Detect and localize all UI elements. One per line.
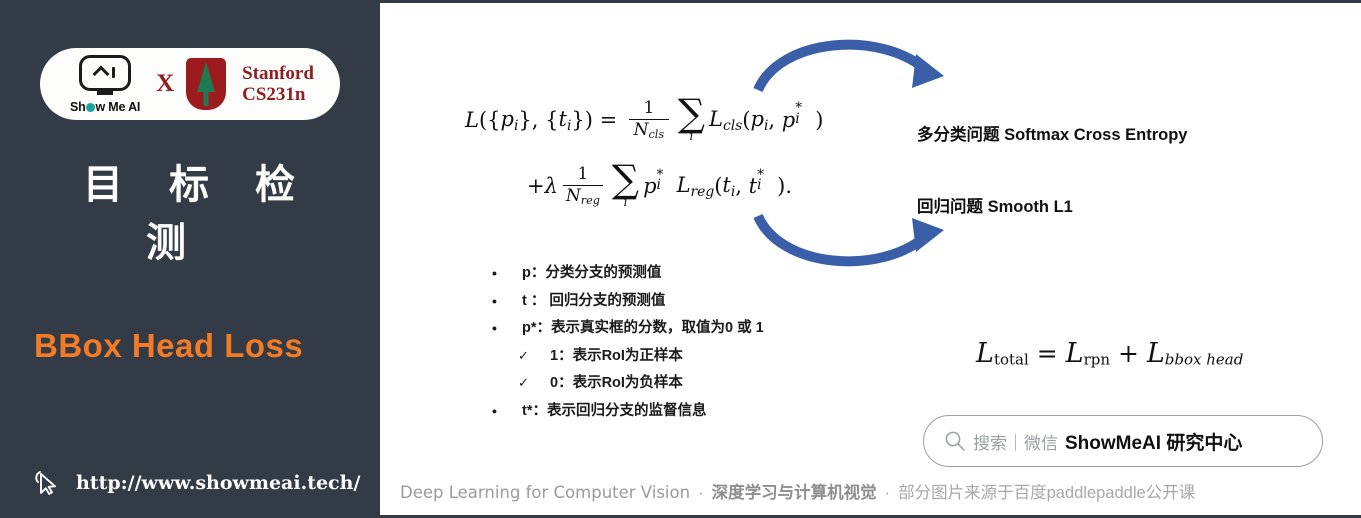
stanford-course-label: Stanford CS231n — [242, 63, 314, 106]
brand-badge: Sh w Me AI X Stanford CS231n — [40, 48, 340, 120]
summation-symbol-1: ∑ i — [677, 91, 706, 144]
footer-separator-2: · — [884, 484, 891, 502]
bbox-loss-L: L — [1146, 338, 1165, 369]
bbox-loss-sub: bbox head — [1164, 350, 1244, 369]
topic-title: BBox Head Loss — [34, 327, 304, 364]
arrow-to-classification-curve — [753, 39, 930, 93]
list-item: • p：分类分支的预测值 — [492, 266, 764, 281]
cross-symbol: X — [156, 70, 175, 97]
label-classification-loss: 多分类问题 Softmax Cross Entropy — [917, 126, 1188, 144]
check-marker-icon: ✓ — [518, 375, 529, 390]
bullet-marker: • — [492, 292, 497, 309]
showmeai-wordmark-post: w Me AI — [95, 99, 141, 114]
robot-face-icon — [79, 54, 132, 95]
globe-icon — [86, 103, 96, 112]
content-panel: L({pi}, {ti}) = 1 Ncls ∑ i Lcls(pi, p * i )… — [380, 0, 1361, 518]
fraction-1-over-nreg: 1 Nreg — [562, 165, 603, 207]
site-url[interactable]: http://www.showmeai.tech/ — [76, 472, 360, 494]
list-item: ✓ 0：表示RoI为负样本 — [518, 376, 764, 391]
list-item: ✓ 1：表示RoI为正样本 — [518, 347, 764, 364]
label-regression-loss: 回归问题 Smooth L1 — [917, 198, 1073, 216]
footer-chinese-title: 深度学习与计算机视觉 — [711, 484, 877, 502]
list-item-text: p*：表示真实框的分数，取值为0 或 1 — [522, 320, 764, 336]
arrow-to-regression-head — [912, 218, 944, 252]
showmeai-wordmark-pre: Sh — [69, 99, 86, 114]
list-item-text: 1：表示RoI为正样本 — [550, 347, 683, 364]
arrow-to-regression-curve — [753, 213, 930, 267]
site-url-row[interactable]: http://www.showmeai.tech/ — [32, 468, 360, 498]
list-item: • t*：表示回归分支的监督信息 — [492, 402, 764, 419]
bullet-marker: • — [492, 402, 497, 419]
course-title: 目标检测 — [83, 162, 341, 266]
total-loss-equals: = — [1036, 339, 1058, 368]
sidebar: Sh w Me AI X Stanford CS231n 目标检测 BBox H… — [0, 0, 378, 518]
check-marker-icon: ✓ — [518, 347, 529, 363]
total-loss-L: L — [976, 338, 994, 369]
slide-root: Sh w Me AI X Stanford CS231n 目标检测 BBox H… — [0, 0, 1361, 518]
summation-symbol-2: ∑ i — [611, 157, 640, 210]
fraction-1-over-ncls: 1 Ncls — [628, 99, 669, 141]
list-item-text: t ： 回归分支的预测值 — [522, 292, 666, 309]
list-item-text: 0：表示RoI为负样本 — [550, 375, 683, 391]
list-item: • t ： 回归分支的预测值 — [492, 292, 764, 309]
stanford-tree-logo — [186, 58, 227, 110]
footer-separator-1: · — [698, 484, 704, 502]
loss-branch-arrows — [753, 39, 944, 267]
arrow-to-classification-head — [912, 54, 944, 88]
notation-legend-list: • p：分类分支的预测值 • t ： 回归分支的预测值 • p*：表示真实框的分… — [492, 266, 764, 431]
stanford-name: Stanford — [242, 62, 314, 84]
showmeai-wordmark: Sh w Me AI — [70, 100, 140, 114]
showmeai-logo: Sh w Me AI — [66, 54, 144, 114]
bullet-marker: • — [492, 265, 497, 281]
total-loss-equation: Ltotal = Lrpn + Lbbox head — [976, 338, 1243, 369]
list-item-text: p：分类分支的预测值 — [522, 265, 662, 281]
rpn-loss-sub: rpn — [1083, 350, 1110, 369]
course-code: CS231n — [242, 84, 306, 105]
list-item: • p*：表示真实框的分数，取值为0 或 1 — [492, 321, 764, 336]
total-loss-plus: + — [1117, 339, 1139, 368]
bullet-marker: • — [492, 320, 497, 336]
search-brand-text: ShowMeAI 研究中心 — [1065, 432, 1243, 454]
footer-source-note: 部分图片来源于百度paddlepaddle公开课 — [898, 484, 1196, 502]
list-item-text: t*：表示回归分支的监督信息 — [522, 402, 707, 419]
search-hint-text: 搜索｜微信 — [973, 433, 1058, 454]
footer-english: Deep Learning for Computer Vision — [400, 483, 691, 502]
total-loss-sub: total — [993, 350, 1029, 369]
rpn-loss-L: L — [1065, 338, 1084, 369]
search-icon — [945, 431, 965, 451]
cursor-pointer-icon — [35, 471, 56, 495]
footer-credits: Deep Learning for Computer Vision · 深度学习… — [400, 479, 1195, 503]
wechat-search-pill[interactable]: 搜索｜微信 ShowMeAI 研究中心 — [923, 415, 1323, 467]
